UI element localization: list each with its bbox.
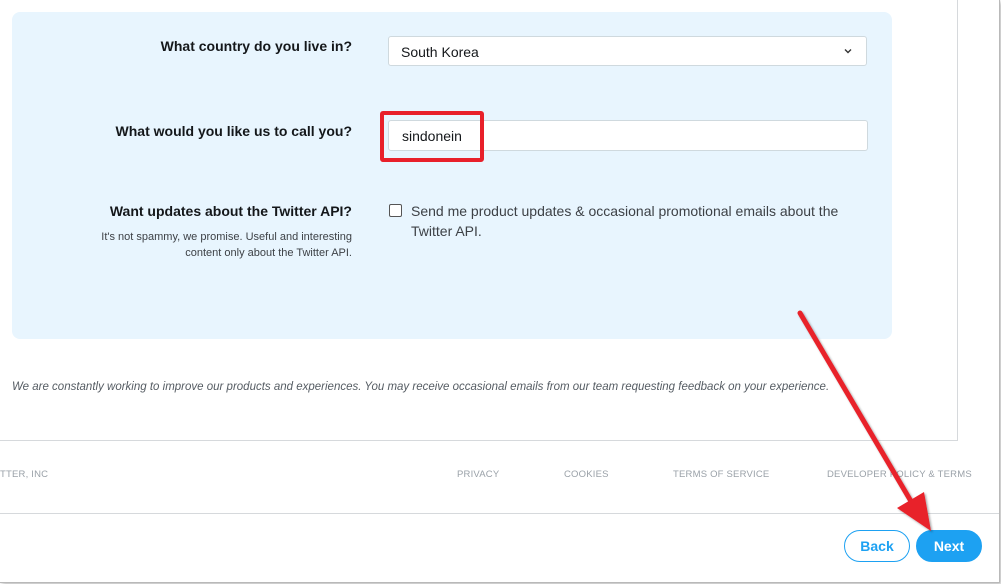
cookies-link[interactable]: COOKIES: [564, 469, 609, 480]
developer-policy-link[interactable]: DEVELOPER POLICY & TERMS: [827, 469, 972, 480]
updates-checkbox-label[interactable]: Send me product updates & occasional pro…: [411, 201, 861, 241]
updates-subtext: It's not spammy, we promise. Useful and …: [12, 229, 352, 261]
nickname-label: What would you like us to call you?: [115, 123, 352, 139]
updates-subtext-line1: It's not spammy, we promise. Useful and …: [101, 231, 352, 243]
country-select-value: South Korea: [401, 44, 479, 60]
updates-checkbox[interactable]: [389, 204, 402, 217]
back-button[interactable]: Back: [844, 530, 910, 562]
page-frame: What country do you live in? What would …: [0, 0, 1000, 583]
annotation-highlight-box: [380, 111, 484, 162]
country-select[interactable]: South Korea: [388, 36, 867, 66]
terms-link[interactable]: TERMS OF SERVICE: [673, 469, 769, 480]
legal-footer: TTER, INC PRIVACY COOKIES TERMS OF SERVI…: [0, 469, 990, 483]
chevron-down-icon: [844, 49, 852, 54]
action-bar-divider: [0, 513, 999, 514]
updates-checkbox-label-line2: Twitter API.: [411, 223, 482, 239]
company-name: TTER, INC: [0, 469, 49, 480]
country-label: What country do you live in?: [160, 38, 352, 54]
updates-label: Want updates about the Twitter API?: [109, 203, 352, 219]
updates-checkbox-label-line1: Send me product updates & occasional pro…: [411, 203, 839, 219]
feedback-note: We are constantly working to improve our…: [12, 381, 830, 393]
updates-subtext-line2: content only about the Twitter API.: [185, 247, 352, 259]
privacy-link[interactable]: PRIVACY: [457, 469, 499, 480]
next-button[interactable]: Next: [916, 530, 982, 562]
